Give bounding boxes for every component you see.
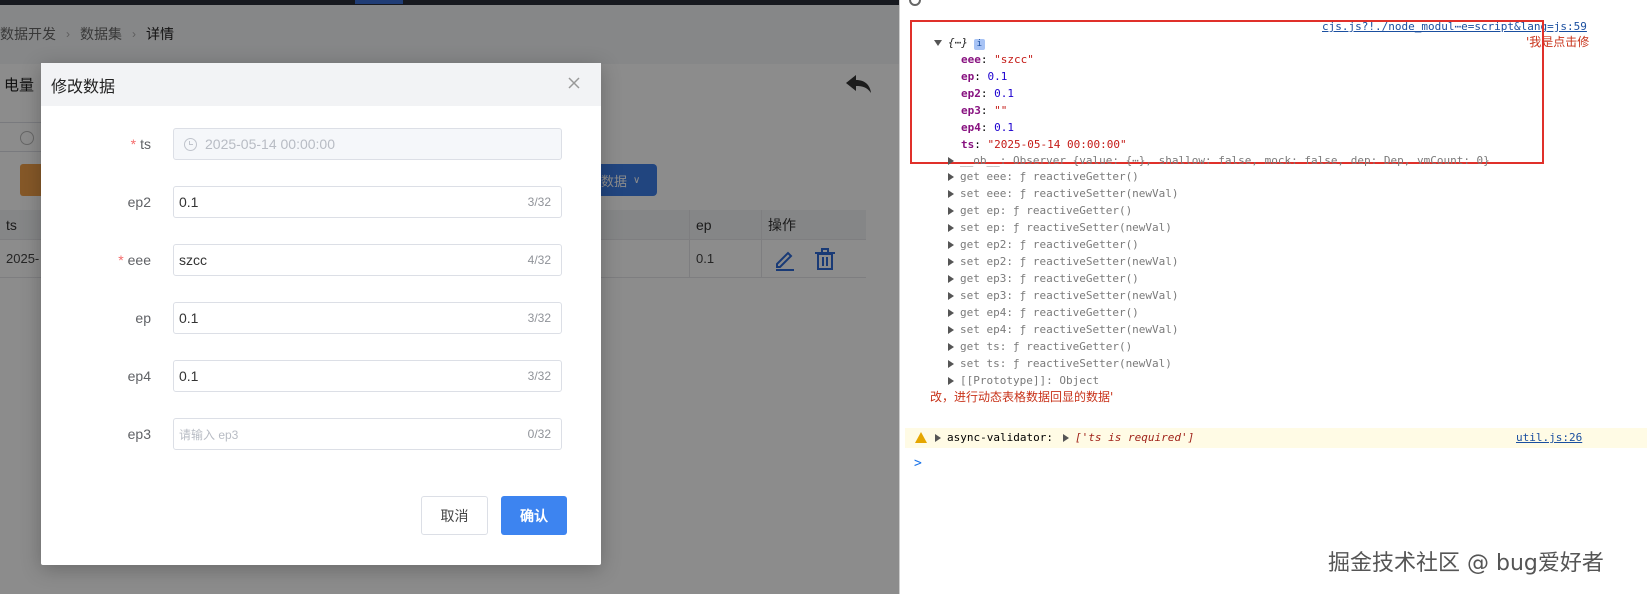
app-panel: 数据开发 › 数据集 › 详情 电量 数据 ∨ ts ep 操作 2025- 0… bbox=[0, 0, 899, 594]
accessor-text: get ep2: ƒ reactiveGetter() bbox=[960, 238, 1139, 251]
accessor-text: set eee: ƒ reactiveSetter(newVal) bbox=[960, 187, 1179, 200]
ts-datetime-input: 2025-05-14 00:00:00 bbox=[173, 128, 562, 160]
ep2-value: 0.1 bbox=[179, 194, 199, 210]
form-row-ep3: ep3 请输入 ep3 0/32 bbox=[41, 417, 601, 451]
accessor-text: set ts: ƒ reactiveSetter(newVal) bbox=[960, 357, 1172, 370]
accessor-text: set ep2: ƒ reactiveSetter(newVal) bbox=[960, 255, 1179, 268]
ts-value: 2025-05-14 00:00:00 bbox=[205, 136, 335, 152]
accessor-text: get ts: ƒ reactiveGetter() bbox=[960, 340, 1133, 353]
ep4-input[interactable]: 0.1 3/32 bbox=[173, 360, 562, 392]
accessor-row[interactable]: set ts: ƒ reactiveSetter(newVal) bbox=[948, 357, 1172, 371]
expand-triangle-icon[interactable] bbox=[948, 360, 954, 368]
accessor-text: set ep3: ƒ reactiveSetter(newVal) bbox=[960, 289, 1179, 302]
accessor-row[interactable]: set ep4: ƒ reactiveSetter(newVal) bbox=[948, 323, 1179, 337]
accessor-row[interactable]: set ep2: ƒ reactiveSetter(newVal) bbox=[948, 255, 1179, 269]
form-row-ep2: ep2 0.1 3/32 bbox=[41, 185, 601, 219]
ep3-placeholder: 请输入 ep3 bbox=[179, 427, 239, 442]
expand-triangle-icon[interactable] bbox=[948, 343, 954, 351]
warning-row: async-validator: ['ts is required'] util… bbox=[905, 428, 1647, 448]
ep-input[interactable]: 0.1 3/32 bbox=[173, 302, 562, 334]
expand-triangle-icon[interactable] bbox=[948, 309, 954, 317]
expand-triangle-icon[interactable] bbox=[948, 275, 954, 283]
accessor-text: get ep: ƒ reactiveGetter() bbox=[960, 204, 1133, 217]
field-label-ep: ep bbox=[135, 310, 151, 326]
accessor-row[interactable]: set eee: ƒ reactiveSetter(newVal) bbox=[948, 187, 1179, 201]
accessor-row[interactable]: get ep4: ƒ reactiveGetter() bbox=[948, 306, 1139, 320]
ep4-value: 0.1 bbox=[179, 368, 199, 384]
watermark: 掘金技术社区 @ bug爱好者 bbox=[1328, 551, 1604, 576]
warning-array[interactable]: ['ts is required'] bbox=[1063, 431, 1194, 445]
field-label-ep4: ep4 bbox=[127, 368, 151, 384]
expand-triangle-icon[interactable] bbox=[948, 241, 954, 249]
accessor-row[interactable]: get ep2: ƒ reactiveGetter() bbox=[948, 238, 1139, 252]
char-counter: 0/32 bbox=[527, 427, 551, 441]
expand-triangle-icon[interactable] bbox=[948, 207, 954, 215]
expand-triangle-icon[interactable] bbox=[948, 173, 954, 181]
char-counter: 4/32 bbox=[527, 253, 551, 267]
form-row-ep4: ep4 0.1 3/32 bbox=[41, 359, 601, 393]
observer-row[interactable]: __ob__: Observer {value: {⋯}, shallow: f… bbox=[948, 154, 1490, 168]
warning-text[interactable]: async-validator: bbox=[935, 431, 1053, 445]
expand-triangle-icon[interactable] bbox=[948, 258, 954, 266]
accessor-row[interactable]: set ep: ƒ reactiveSetter(newVal) bbox=[948, 221, 1172, 235]
log-message-part2: 改，进行动态表格数据回显的数据' bbox=[930, 390, 1114, 404]
char-counter: 3/32 bbox=[527, 311, 551, 325]
edit-data-dialog: 修改数据 * ts 2025-05-14 00:00:00 ep2 0.1 3/3… bbox=[41, 63, 601, 565]
field-label-ts: * ts bbox=[130, 136, 151, 152]
eee-input[interactable]: szcc 4/32 bbox=[173, 244, 562, 276]
accessor-row[interactable]: get eee: ƒ reactiveGetter() bbox=[948, 170, 1139, 184]
required-mark: * bbox=[130, 136, 137, 152]
accessor-row[interactable]: get ep: ƒ reactiveGetter() bbox=[948, 204, 1132, 218]
field-label-ep3: ep3 bbox=[127, 426, 151, 442]
prototype-row[interactable]: [[Prototype]]: Object bbox=[948, 374, 1099, 388]
eee-value: szcc bbox=[179, 252, 207, 268]
console-prompt[interactable]: > bbox=[914, 456, 922, 471]
accessor-text: get eee: ƒ reactiveGetter() bbox=[960, 170, 1139, 183]
accessor-text: get ep4: ƒ reactiveGetter() bbox=[960, 306, 1139, 319]
form-row-eee: * eee szcc 4/32 bbox=[41, 243, 601, 277]
expand-triangle-icon[interactable] bbox=[948, 190, 954, 198]
accessor-row[interactable]: get ep3: ƒ reactiveGetter() bbox=[948, 272, 1139, 286]
clock-icon bbox=[184, 137, 197, 151]
form-row-ts: * ts 2025-05-14 00:00:00 bbox=[41, 127, 601, 161]
confirm-button[interactable]: 确认 bbox=[501, 496, 567, 535]
close-icon[interactable] bbox=[567, 76, 581, 90]
accessor-text: set ep: ƒ reactiveSetter(newVal) bbox=[960, 221, 1172, 234]
accessor-row[interactable]: set ep3: ƒ reactiveSetter(newVal) bbox=[948, 289, 1179, 303]
ep-value: 0.1 bbox=[179, 310, 199, 326]
accessor-text: get ep3: ƒ reactiveGetter() bbox=[960, 272, 1139, 285]
warning-source-link[interactable]: util.js:26 bbox=[1516, 431, 1582, 444]
char-counter: 3/32 bbox=[527, 195, 551, 209]
accessor-text: set ep4: ƒ reactiveSetter(newVal) bbox=[960, 323, 1179, 336]
form-row-ep: ep 0.1 3/32 bbox=[41, 301, 601, 335]
field-label-eee: * eee bbox=[118, 252, 151, 268]
expand-triangle-icon[interactable] bbox=[948, 292, 954, 300]
ep2-input[interactable]: 0.1 3/32 bbox=[173, 186, 562, 218]
cancel-button[interactable]: 取消 bbox=[421, 496, 488, 535]
highlight-box bbox=[910, 20, 1544, 164]
required-mark: * bbox=[118, 252, 124, 268]
accessor-row[interactable]: get ts: ƒ reactiveGetter() bbox=[948, 340, 1132, 354]
dialog-title: 修改数据 bbox=[51, 78, 116, 96]
char-counter: 3/32 bbox=[527, 369, 551, 383]
expand-triangle-icon[interactable] bbox=[948, 224, 954, 232]
gear-icon[interactable] bbox=[909, 0, 921, 6]
dialog-header: 修改数据 bbox=[41, 63, 601, 106]
expand-triangle-icon[interactable] bbox=[948, 326, 954, 334]
ep3-input[interactable]: 请输入 ep3 0/32 bbox=[173, 418, 562, 450]
field-label-ep2: ep2 bbox=[127, 194, 151, 210]
devtools-console: cjs.js?!./node_modul⋯e=script&lang=js:59… bbox=[899, 0, 1650, 594]
warning-icon bbox=[915, 432, 927, 443]
